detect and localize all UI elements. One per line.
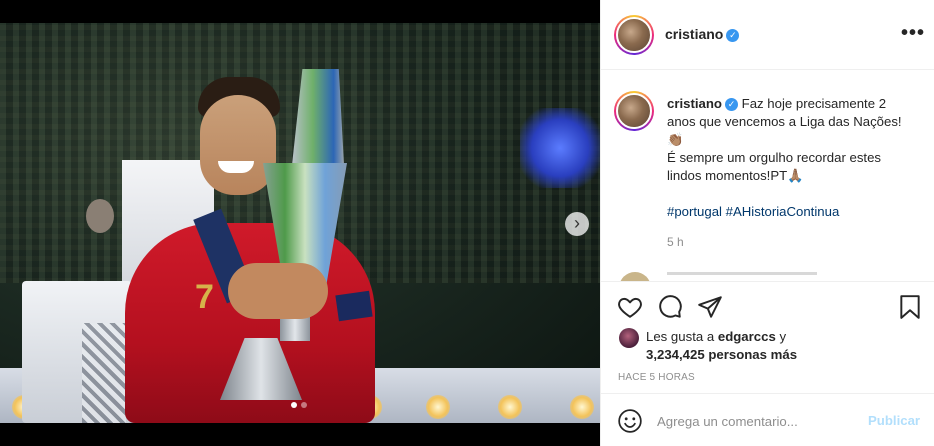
liker-avatar[interactable] — [619, 328, 639, 348]
post-comment-button[interactable]: Publicar — [868, 413, 920, 428]
post-caption: cristiano ✓ Faz hoje precisamente 2 anos … — [667, 95, 907, 221]
post-photo: 7 — [0, 23, 600, 423]
background-disc — [86, 199, 114, 233]
podium-light — [498, 395, 522, 419]
comment-preview — [667, 272, 817, 280]
caption-time: 5 h — [667, 235, 684, 249]
pedestal-pattern — [82, 323, 126, 423]
comment-icon[interactable] — [657, 294, 683, 320]
instagram-post-view: 7 › cristiano ✓ ••• cristiano ✓ Faz hoje… — [0, 0, 934, 446]
author-username[interactable]: cristiano ✓ — [665, 26, 740, 42]
avatar — [616, 93, 652, 129]
chevron-right-icon: › — [574, 213, 580, 233]
carousel-dot — [301, 402, 307, 408]
carousel-dot-active — [291, 402, 297, 408]
post-media[interactable]: 7 › — [0, 0, 600, 446]
captain-armband — [335, 290, 373, 322]
verified-badge-icon: ✓ — [726, 29, 740, 42]
carousel-next-button[interactable]: › — [565, 212, 589, 236]
bookmark-icon[interactable] — [897, 294, 923, 320]
username-text: cristiano — [665, 26, 724, 42]
caption-hashtags[interactable]: #portugal #AHistoriaContinua — [667, 203, 907, 221]
verified-badge-icon: ✓ — [724, 98, 738, 111]
comment-input[interactable] — [657, 410, 847, 432]
carousel-indicator — [291, 402, 307, 408]
caption-avatar-ring[interactable] — [614, 91, 654, 131]
likes-count[interactable]: 3,234,425 personas más — [646, 347, 797, 362]
emoji-icon[interactable] — [617, 408, 643, 434]
podium-light — [426, 395, 450, 419]
comment-composer: Publicar — [601, 393, 934, 446]
more-options-icon[interactable]: ••• — [901, 22, 925, 45]
author-avatar-ring[interactable] — [614, 15, 654, 55]
post-header: cristiano ✓ ••• — [601, 0, 934, 70]
action-bar — [601, 281, 934, 331]
player-head — [200, 95, 276, 195]
stadium-light — [520, 108, 600, 188]
post-timestamp[interactable]: HACE 5 HORAS — [618, 372, 695, 383]
comments-area[interactable]: cristiano ✓ Faz hoje precisamente 2 anos … — [601, 71, 934, 281]
jersey-number: 7 — [195, 278, 214, 316]
player-hands — [228, 263, 328, 319]
liker-username[interactable]: edgarccs — [718, 329, 776, 344]
share-icon[interactable] — [697, 294, 723, 320]
avatar — [616, 17, 652, 53]
comment-avatar[interactable] — [619, 272, 651, 281]
likes-text: Les gusta a edgarccs y — [646, 329, 786, 344]
podium-light — [570, 395, 594, 419]
likes-prefix: Les gusta a — [646, 329, 715, 344]
likes-suffix: y — [779, 329, 787, 344]
post-sidebar: cristiano ✓ ••• cristiano ✓ Faz hoje preci… — [600, 0, 934, 446]
caption-line-2: É sempre um orgulho recordar estes lindo… — [667, 150, 882, 183]
heart-icon[interactable] — [617, 294, 643, 320]
caption-username[interactable]: cristiano — [667, 96, 722, 111]
